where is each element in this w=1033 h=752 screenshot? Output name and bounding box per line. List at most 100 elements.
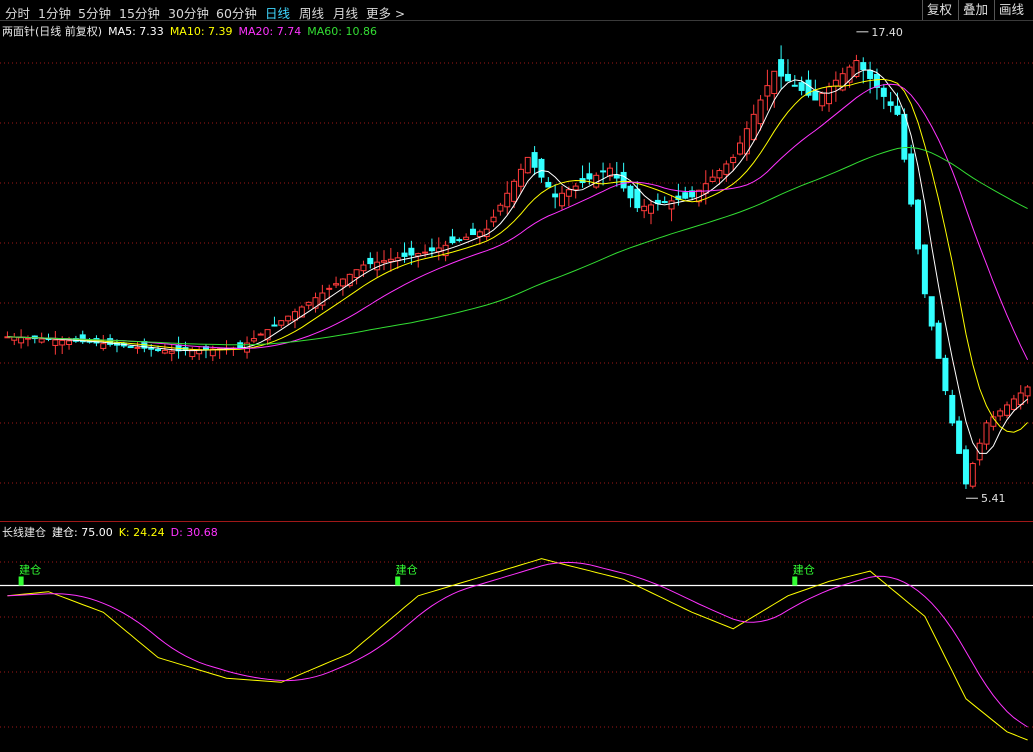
period-tab-5min[interactable]: 5分钟 xyxy=(78,3,111,22)
candle-body xyxy=(552,193,559,198)
candle-body xyxy=(757,99,764,125)
candle-body xyxy=(456,239,463,242)
kline-pane[interactable]: 17.40 5.41 两面针(日线 前复权) MA5: 7.33 MA10: 7.39… xyxy=(0,21,1033,521)
more-periods-button[interactable]: 更多 > xyxy=(366,3,405,22)
candle-body xyxy=(962,449,969,485)
candle-body xyxy=(812,90,819,101)
ma20-line xyxy=(7,83,1029,361)
candle-body xyxy=(867,69,874,79)
period-tab-15min[interactable]: 15分钟 xyxy=(119,3,160,22)
indicator-legend: 长线建仓 建仓: 75.00 K: 24.24 D: 30.68 xyxy=(2,524,224,540)
candle-body xyxy=(168,350,175,354)
candle-body xyxy=(586,173,593,180)
candle-body xyxy=(538,158,545,178)
period-tab-daily[interactable]: 日线 xyxy=(265,3,290,22)
candle-body xyxy=(956,420,963,454)
candle-body xyxy=(360,264,367,272)
candle-body xyxy=(127,346,134,349)
candle-body xyxy=(600,170,607,173)
candle-body xyxy=(798,82,805,91)
candle-body xyxy=(449,236,456,244)
candle-body xyxy=(380,260,387,263)
candle-body xyxy=(826,86,833,105)
period-tab-1min[interactable]: 1分钟 xyxy=(38,3,71,22)
candle-body xyxy=(367,257,374,265)
period-tab-monthly[interactable]: 月线 xyxy=(333,3,358,22)
candle-body xyxy=(942,357,949,392)
candle-body xyxy=(682,192,689,199)
candle-body xyxy=(784,73,791,82)
candle-body xyxy=(38,338,45,343)
candle-body xyxy=(18,337,25,344)
candle-body xyxy=(559,192,566,207)
candle-body xyxy=(661,201,668,204)
candle-body xyxy=(387,258,394,262)
candle-body xyxy=(511,180,518,202)
candle-body xyxy=(339,278,346,287)
period-tab-weekly[interactable]: 周线 xyxy=(299,3,324,22)
candle-body xyxy=(463,236,470,240)
candle-body xyxy=(285,315,292,322)
overlay-button[interactable]: 叠加 xyxy=(958,0,992,20)
candle-body xyxy=(723,163,730,175)
candle-body xyxy=(648,204,655,214)
ma20-value: MA20: 7.74 xyxy=(238,25,302,38)
candle-body xyxy=(997,410,1004,417)
period-tab-30min[interactable]: 30分钟 xyxy=(168,3,209,22)
indicator-d-value: D: 30.68 xyxy=(170,526,218,539)
period-tab-timeshare[interactable]: 分时 xyxy=(5,3,30,22)
candle-body xyxy=(490,216,497,223)
candle-body xyxy=(148,347,155,350)
candle-body xyxy=(915,199,922,250)
candle-body xyxy=(928,296,935,327)
candle-body xyxy=(572,185,579,191)
draw-line-button[interactable]: 画线 xyxy=(994,0,1028,20)
indicator-build-value: 建仓: 75.00 xyxy=(52,526,113,539)
candle-body xyxy=(401,252,408,257)
candle-body xyxy=(11,336,18,341)
build-signal-label: 建仓 xyxy=(793,563,815,577)
candle-body xyxy=(1024,386,1031,397)
candle-body xyxy=(627,185,634,199)
candle-body xyxy=(949,394,956,424)
build-signal-bar xyxy=(18,576,24,586)
stock-title: 两面针(日线 前复权) xyxy=(2,25,103,38)
candle-body xyxy=(524,156,531,174)
indicator-name: 长线建仓 xyxy=(2,526,46,539)
candle-body xyxy=(730,156,737,164)
candle-body xyxy=(819,92,826,107)
candle-body xyxy=(545,181,552,188)
adjust-price-button[interactable]: 复权 xyxy=(922,0,956,20)
build-signal-bar xyxy=(395,576,401,586)
ma60-value: MA60: 10.86 xyxy=(307,25,377,38)
candle-body xyxy=(353,269,360,278)
ma10-line xyxy=(7,78,1028,433)
candle-body xyxy=(504,192,511,208)
indicator-chart[interactable]: 建仓 建仓 建仓 xyxy=(0,522,1033,752)
candle-body xyxy=(620,171,627,189)
candle-body xyxy=(100,343,107,349)
high-price-label: 17.40 xyxy=(871,26,903,39)
candle-body xyxy=(565,189,572,197)
period-tab-60min[interactable]: 60分钟 xyxy=(216,3,257,22)
kline-chart[interactable]: 17.40 5.41 xyxy=(0,21,1033,521)
candle-body xyxy=(469,228,476,236)
candle-body xyxy=(155,349,162,352)
build-signal-label: 建仓 xyxy=(19,563,41,577)
low-price-label: 5.41 xyxy=(981,492,1006,505)
candle-body xyxy=(66,340,73,345)
candle-body xyxy=(921,244,928,295)
more-label: 更多 xyxy=(366,6,392,21)
d-line xyxy=(7,561,1028,728)
indicator-pane[interactable]: 建仓 建仓 建仓 长线建仓 建仓: 75.00 K: 24.24 D: 30.68 xyxy=(0,522,1033,752)
candle-body xyxy=(517,168,524,187)
candle-body xyxy=(634,188,641,209)
candle-body xyxy=(24,337,31,340)
candle-body xyxy=(901,113,908,160)
candle-body xyxy=(791,84,798,87)
candle-body xyxy=(428,247,435,252)
period-toolbar: 分时 1分钟 5分钟 15分钟 30分钟 60分钟 日线 周线 月线 更多 > 复… xyxy=(0,0,1033,21)
candle-body xyxy=(860,62,867,70)
candle-body xyxy=(709,176,716,182)
candle-body xyxy=(422,251,429,254)
